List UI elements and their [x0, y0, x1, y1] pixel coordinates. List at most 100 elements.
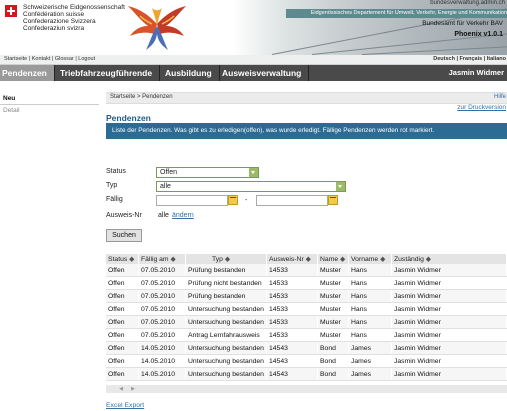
calendar-icon[interactable] [328, 195, 338, 205]
table-row[interactable]: Offen 07.05.2010 Antrag Lernfahrausweis 145… [106, 328, 507, 342]
table-cell: Prüfung bestanden [185, 289, 267, 303]
search-button[interactable]: Suchen [106, 229, 142, 242]
sort-diamond-icon: ◆ [340, 256, 346, 263]
table-cell: Jasmin Widmer [391, 289, 507, 303]
language-links[interactable]: Deutsch | Français | Italiano [433, 56, 506, 62]
swiss-flag-icon [5, 5, 17, 17]
confederation-line-1: Schweizerische Eidgenossenschaft [23, 4, 125, 11]
table-cell: Hans [348, 302, 392, 316]
calendar-icon[interactable] [228, 195, 238, 205]
table-cell: Bond [317, 354, 349, 368]
table-row[interactable]: Offen 14.05.2010 Untersuchung bestanden 145… [106, 341, 507, 355]
table-cell: 14543 [266, 367, 318, 381]
faellig-label: Fällig [106, 196, 123, 203]
chevron-down-icon [336, 182, 345, 191]
table-cell: Muster [317, 276, 349, 290]
table-cell: James [348, 367, 392, 381]
table-row[interactable]: Offen 07.05.2010 Prüfung bestanden 14533 Mus… [106, 264, 507, 277]
table-cell: Muster [317, 315, 349, 329]
table-cell: Jasmin Widmer [391, 276, 507, 290]
app-name: Phoenix v1.0.1 [454, 31, 503, 38]
table-row[interactable]: Offen 14.05.2010 Untersuchung bestanden 145… [106, 367, 507, 381]
sort-diamond-icon: ◆ [129, 256, 135, 263]
column-header-typ[interactable]: Typ ◆ [185, 254, 267, 264]
sidebar-divider [0, 104, 99, 105]
table-cell: Antrag Lernfahrausweis [185, 328, 267, 342]
table-row[interactable]: Offen 07.05.2010 Prüfung nicht bestanden 14… [106, 276, 507, 290]
sort-diamond-icon: ◆ [425, 256, 431, 263]
table-cell: Jasmin Widmer [391, 341, 507, 355]
table-row[interactable]: Offen 07.05.2010 Untersuchung bestanden 145… [106, 302, 507, 316]
table-cell: Hans [348, 264, 392, 277]
breadcrumb-text[interactable]: Startseite > Pendenzen [110, 94, 173, 100]
table-cell: 14533 [266, 302, 318, 316]
chevron-left-icon[interactable]: ◀ [118, 386, 124, 392]
column-header-status[interactable]: Status ◆ [106, 254, 139, 264]
table-row[interactable]: Offen 14.05.2010 Untersuchung bestanden 145… [106, 354, 507, 368]
table-cell: Jasmin Widmer [391, 302, 507, 316]
table-header-row: Status ◆ Fällig am ◆ Typ ◆ Ausweis-Nr ◆ … [106, 254, 507, 264]
chevron-down-icon [249, 168, 258, 177]
date-separator: - [245, 197, 248, 204]
table-row[interactable]: Offen 07.05.2010 Prüfung bestanden 14533 Mus… [106, 289, 507, 303]
utility-links[interactable]: Startseite | Kontakt | Glossar | Logout [4, 56, 95, 62]
table-cell: Bond [317, 367, 349, 381]
sort-diamond-icon: ◆ [380, 256, 386, 263]
table-cell: Untersuchung bestanden [185, 341, 267, 355]
table-cell: Offen [106, 354, 139, 368]
table-cell: Offen [106, 315, 139, 329]
page-title: Pendenzen [106, 113, 151, 123]
faellig-to-input[interactable] [256, 195, 328, 206]
table-cell: James [348, 354, 392, 368]
typ-label: Typ [106, 182, 118, 189]
top-url-text: bundesverwaltung.admin.ch [430, 0, 505, 6]
table-cell: Offen [106, 276, 139, 290]
tab-triebfahrzeugfuehrende[interactable]: Triebfahrzeugführende [53, 65, 161, 81]
ausweis-value: alle [158, 212, 169, 219]
tab-pendenzen[interactable]: Pendenzen [0, 65, 55, 81]
table-cell: Prüfung nicht bestanden [185, 276, 267, 290]
faellig-from-input[interactable] [156, 195, 228, 206]
column-header-faellig[interactable]: Fällig am ◆ [138, 254, 186, 264]
table-cell: Untersuchung bestanden [185, 315, 267, 329]
status-label: Status [106, 168, 126, 175]
pendenzen-table: Status ◆ Fällig am ◆ Typ ◆ Ausweis-Nr ◆ … [106, 254, 507, 381]
confederation-line-2: Confédération suisse [23, 11, 85, 18]
table-cell: 07.05.2010 [138, 276, 186, 290]
table-cell: Jasmin Widmer [391, 328, 507, 342]
column-header-name[interactable]: Name ◆ [317, 254, 349, 264]
column-header-zustaendig[interactable]: Zuständig ◆ [391, 254, 507, 264]
table-row[interactable]: Offen 07.05.2010 Untersuchung bestanden 145… [106, 315, 507, 329]
sidebar-item-neu[interactable]: Neu [3, 95, 15, 102]
excel-export-link[interactable]: Excel Export [106, 402, 144, 409]
table-cell: Jasmin Widmer [391, 315, 507, 329]
chevron-right-icon[interactable]: ▶ [130, 386, 136, 392]
table-cell: Hans [348, 315, 392, 329]
print-version-link[interactable]: zur Druckversion [457, 104, 506, 111]
table-cell: 14543 [266, 341, 318, 355]
phoenix-logo-icon [128, 6, 186, 50]
ausweis-change-link[interactable]: ändern [172, 212, 194, 219]
table-cell: 14533 [266, 315, 318, 329]
info-banner: Liste der Pendenzen. Was gibt es zu erle… [106, 123, 507, 139]
status-select-value: Offen [160, 169, 177, 176]
table-cell: Offen [106, 367, 139, 381]
tab-ausbildung[interactable]: Ausbildung [158, 65, 220, 81]
column-header-vorname[interactable]: Vorname ◆ [348, 254, 392, 264]
confederation-line-3: Confederazione Svizzera [23, 18, 96, 25]
table-cell: 14543 [266, 354, 318, 368]
sort-diamond-icon: ◆ [170, 256, 176, 263]
column-header-ausweis[interactable]: Ausweis-Nr ◆ [266, 254, 318, 264]
table-cell: 07.05.2010 [138, 289, 186, 303]
table-cell: 14.05.2010 [138, 341, 186, 355]
table-cell: 07.05.2010 [138, 302, 186, 316]
status-select[interactable]: Offen [156, 167, 259, 178]
table-cell: Offen [106, 289, 139, 303]
user-name: Jasmin Widmer [448, 68, 504, 77]
tab-ausweisverwaltung[interactable]: Ausweisverwaltung [215, 65, 310, 81]
typ-select[interactable]: alle [156, 181, 346, 192]
table-cell: Bond [317, 341, 349, 355]
table-cell: Hans [348, 289, 392, 303]
table-cell: Hans [348, 328, 392, 342]
help-link[interactable]: Hilfe [494, 94, 506, 100]
